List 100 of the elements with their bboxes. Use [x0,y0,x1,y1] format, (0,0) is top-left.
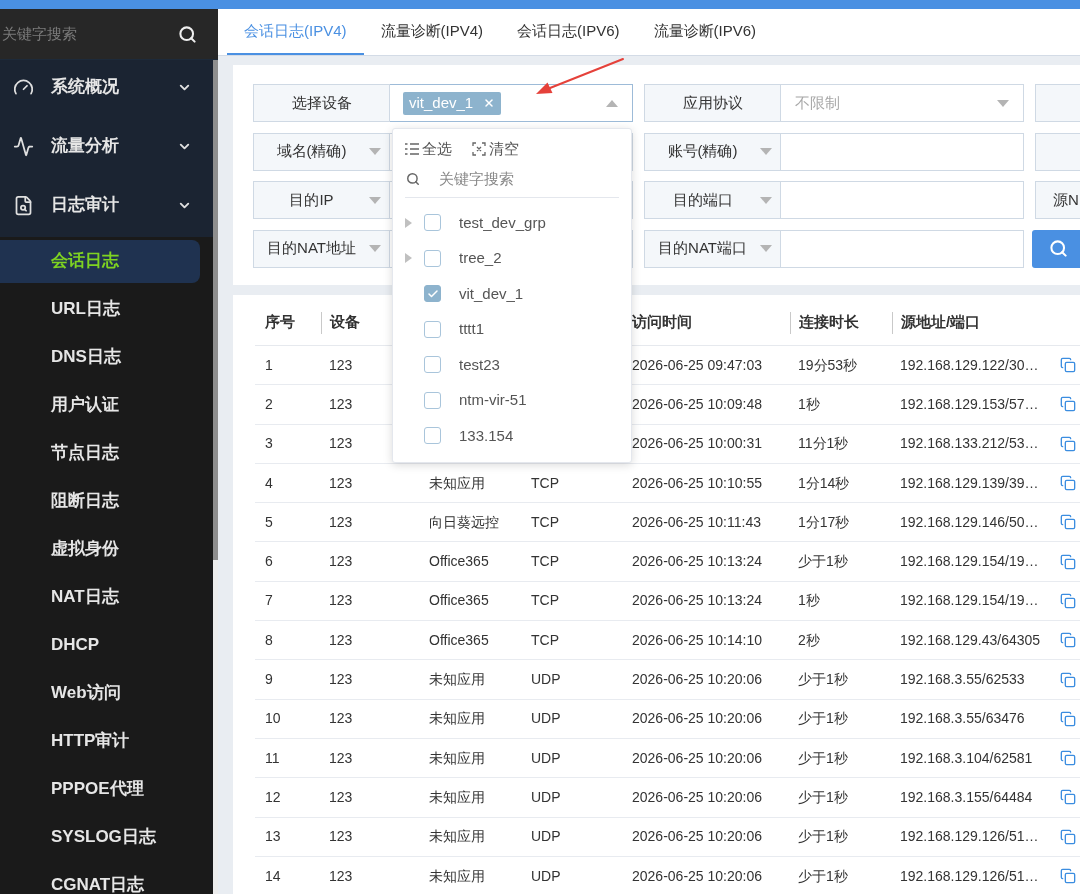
caret-right-icon[interactable] [405,253,412,264]
table-cell-text: 向日葵远控 [429,512,499,532]
label-box: 源N [1035,181,1080,219]
table-cell-text: 2026-06-25 10:20:06 [632,866,762,886]
tab[interactable]: 流量诊断(IPV4) [363,9,501,55]
copy-icon[interactable] [1060,592,1076,609]
tree-item-label[interactable]: test_dev_grp [459,211,546,234]
table-cell-text: 192.168.129.154/19… [900,591,1039,611]
search-button[interactable] [1032,229,1080,268]
table-cell-text: Office365 [429,552,489,572]
submenu-item[interactable]: URL日志 [0,287,200,331]
search-input[interactable]: 关键字搜索 [439,167,619,191]
submenu-item[interactable]: Web访问 [0,671,200,715]
copy-icon[interactable] [1060,475,1076,492]
caret-down-icon[interactable] [369,245,381,252]
submenu-item[interactable]: 节点日志 [0,431,200,475]
close-icon[interactable] [483,97,496,109]
submenu-item[interactable]: DHCP [0,623,200,667]
table-cell-text: 2 [265,394,273,414]
table-cell-text: 2026-06-25 10:20:06 [632,709,762,729]
field-type-dropdown[interactable]: 账号(精确) [644,132,781,171]
table-cell-text: 123 [329,787,353,807]
table-cell-text: 192.168.3.55/63476 [900,709,1025,729]
caret-down-icon[interactable] [760,196,772,204]
checkbox[interactable] [424,391,441,409]
field-type-dropdown[interactable]: 目的NAT端口 [644,229,781,268]
checkbox[interactable] [424,427,441,445]
tab[interactable]: 会话日志(IPV6) [500,9,637,55]
tree-item-label[interactable]: vit_dev_1 [459,282,524,305]
caret-up-icon[interactable] [606,99,618,107]
tree-item-label[interactable]: 133.154 [459,424,514,447]
checkbox[interactable] [424,249,441,267]
column-header: 设备 [328,312,360,333]
table-cell-text: 14 [265,866,281,886]
copy-icon[interactable] [1060,553,1076,570]
tab[interactable]: 流量诊断(IPV6) [636,9,774,55]
menu-item[interactable]: 日志审计 [0,178,213,237]
field-type-dropdown[interactable]: 域名(精确) [253,132,390,171]
submenu-item[interactable]: NAT日志 [0,575,200,619]
submenu-item[interactable]: 用户认证 [0,383,200,427]
copy-icon[interactable] [1060,357,1076,374]
search-icon[interactable] [178,24,197,44]
column-header: 连接时长 [798,312,859,333]
checkbox[interactable] [424,285,441,303]
tree-item-label[interactable]: ntm-vir-51 [459,389,527,412]
copy-icon[interactable] [1060,868,1076,884]
field-type-dropdown[interactable]: 目的NAT地址 [253,229,390,268]
copy-icon[interactable] [1060,750,1076,767]
caret-down-icon[interactable] [760,245,772,252]
submenu-item[interactable]: HTTP审计 [0,719,200,763]
table-cell-text: UDP [531,787,561,807]
clear-button[interactable]: 清空 [472,137,519,161]
table-cell-text: 2026-06-25 10:20:06 [632,787,762,807]
copy-icon[interactable] [1060,789,1076,806]
checkbox[interactable] [424,356,441,374]
column-header: 访问时间 [631,312,692,333]
menu-item[interactable]: 流量分析 [0,119,213,178]
submenu-item[interactable]: SYSLOG日志 [0,815,200,859]
tree-item-label[interactable]: test23 [459,353,500,376]
copy-icon[interactable] [1060,828,1076,845]
field-type-dropdown[interactable]: 目的端口 [644,181,781,219]
table-cell-text: 123 [329,866,353,886]
table-cell-text: Office365 [429,591,489,611]
copy-icon[interactable] [1060,710,1076,727]
copy-icon[interactable] [1060,514,1076,531]
caret-down-icon[interactable] [369,148,381,155]
submenu-item[interactable]: PPPOE代理 [0,767,200,811]
field-type-dropdown[interactable]: 目的IP [253,181,390,219]
select-all-button[interactable]: 全选 [405,137,452,161]
caret-down-icon[interactable] [997,99,1009,107]
copy-icon[interactable] [1060,671,1076,688]
menu-item[interactable]: 系统概况 [0,60,213,119]
input-field[interactable] [781,229,1024,268]
tree-item-label[interactable]: tttt1 [459,318,484,341]
search-field[interactable]: 关键字搜索 [0,9,218,60]
checkbox[interactable] [424,320,441,338]
input-field[interactable] [781,132,1024,171]
table-cell-text: 10 [265,709,281,729]
copy-icon[interactable] [1060,396,1076,413]
caret-down-icon[interactable] [760,148,772,155]
table-cell-text: 少于1秒 [798,748,848,768]
scrollbar-thumb[interactable] [213,60,218,560]
submenu-item[interactable]: 虚拟身份 [0,527,200,571]
table-cell-text: 少于1秒 [798,670,848,689]
submenu-item[interactable]: DNS日志 [0,335,200,379]
checkbox[interactable] [424,214,441,232]
table-cell-text: 192.168.129.126/51… [900,827,1039,847]
submenu-item[interactable]: 会话日志 [0,239,200,283]
submenu-item[interactable]: CGNAT日志 [0,863,200,894]
copy-icon[interactable] [1060,435,1076,452]
table-cell-text: 2026-06-25 10:14:10 [632,630,762,650]
caret-right-icon[interactable] [405,217,412,228]
search-input[interactable]: 关键字搜索 [0,22,178,46]
submenu-item[interactable]: 阻断日志 [0,479,200,523]
copy-icon[interactable] [1060,632,1076,649]
caret-down-icon[interactable] [369,196,381,204]
input-field[interactable] [781,181,1024,219]
table-cell-text: 2秒 [798,630,820,650]
table-cell-text: 123 [329,434,353,454]
tree-item-label[interactable]: tree_2 [459,247,502,270]
